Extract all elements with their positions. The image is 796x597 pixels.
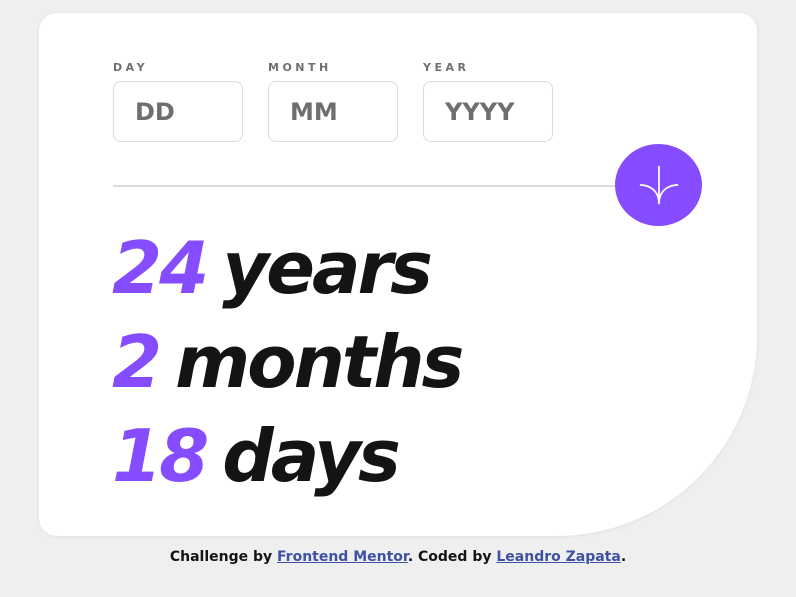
- years-unit: years: [222, 226, 433, 310]
- day-input[interactable]: [113, 81, 243, 142]
- days-value: 18: [112, 414, 209, 498]
- day-field: DAY: [113, 61, 243, 142]
- result-years: 24 years: [112, 221, 461, 315]
- attribution-suffix: .: [620, 549, 627, 565]
- divider: [113, 185, 659, 187]
- years-value: 24: [112, 226, 209, 310]
- months-unit: months: [175, 320, 464, 404]
- attribution-prefix: Challenge by: [169, 549, 277, 565]
- year-field: YEAR: [423, 61, 553, 142]
- result-days: 18 days: [112, 409, 461, 503]
- months-value: 2: [112, 320, 162, 404]
- result-months: 2 months: [112, 315, 464, 409]
- attribution-middle: . Coded by: [407, 549, 497, 565]
- day-label: DAY: [113, 61, 149, 74]
- author-link[interactable]: Leandro Zapata: [496, 549, 620, 565]
- year-label: YEAR: [423, 61, 470, 74]
- results: 24 years 2 months 18 days: [112, 221, 464, 503]
- submit-button[interactable]: [615, 144, 702, 226]
- year-input[interactable]: [423, 81, 553, 142]
- days-unit: days: [222, 414, 401, 498]
- age-calculator-card: DAY MONTH YEAR 24years 2months 18days: [39, 13, 757, 536]
- month-label: MONTH: [268, 61, 332, 74]
- month-input[interactable]: [268, 81, 398, 142]
- attribution: Challenge by Frontend Mentor. Coded by L…: [0, 549, 796, 565]
- month-field: MONTH: [268, 61, 398, 142]
- arrow-down-icon: [639, 165, 678, 205]
- frontend-mentor-link[interactable]: Frontend Mentor: [277, 549, 408, 565]
